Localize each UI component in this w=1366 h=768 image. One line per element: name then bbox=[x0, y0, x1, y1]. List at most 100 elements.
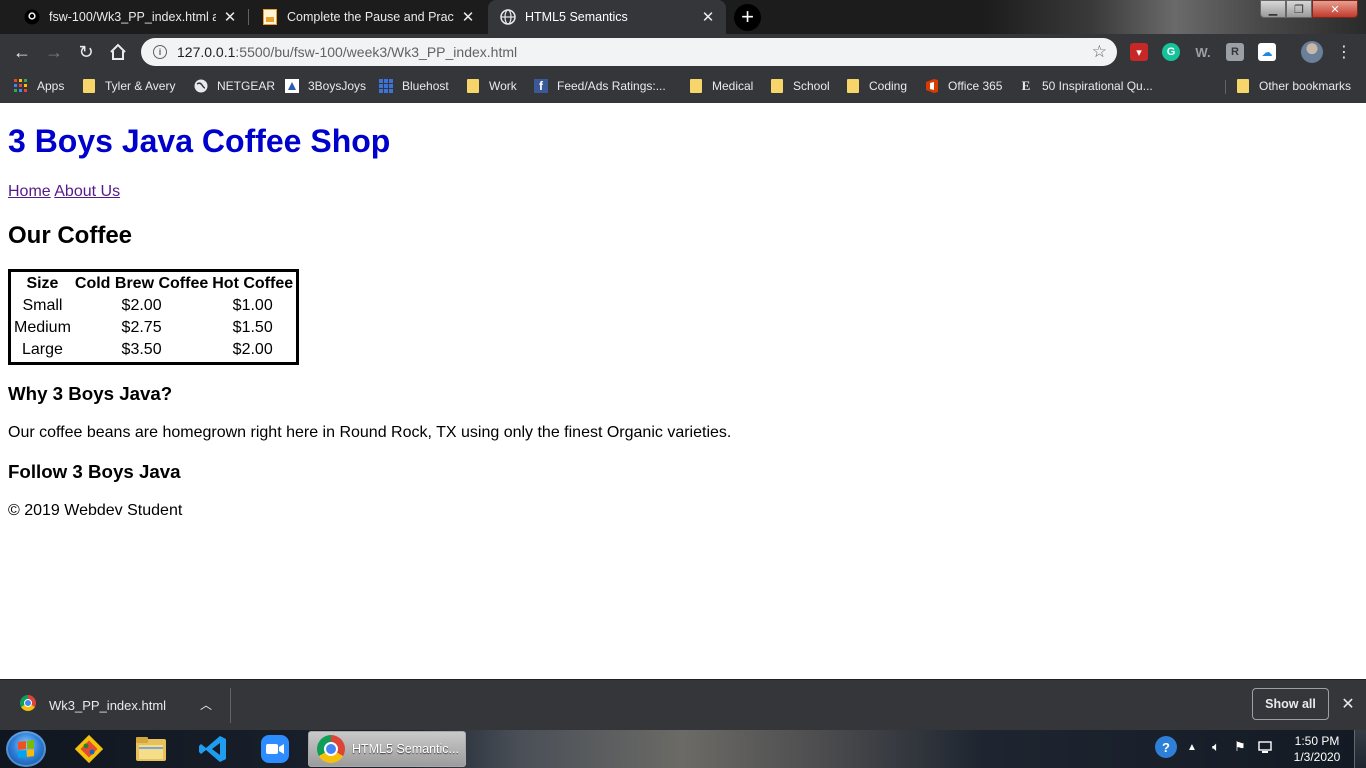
url-path: :5500/bu/fsw-100/week3/Wk3_PP_index.html bbox=[235, 44, 518, 60]
bookmark-other[interactable]: Other bookmarks bbox=[1236, 76, 1351, 96]
action-center-flag-icon[interactable]: ⚑ bbox=[1232, 736, 1248, 758]
tab-github[interactable]: fsw-100/Wk3_PP_index.html at m ✕ bbox=[12, 0, 248, 34]
git-app-icon[interactable] bbox=[61, 732, 117, 766]
copyright-footer: © 2019 Webdev Student bbox=[8, 502, 183, 519]
bookmark-work[interactable]: Work bbox=[466, 76, 517, 96]
w-extension-icon[interactable]: W. bbox=[1194, 43, 1212, 61]
site-info-icon[interactable]: i bbox=[153, 45, 167, 59]
windows-logo-icon bbox=[18, 740, 34, 758]
header-cold-brew: Cold Brew Coffee bbox=[74, 275, 209, 292]
tab-strip: fsw-100/Wk3_PP_index.html at m ✕ Complet… bbox=[0, 0, 1366, 34]
vscode-icon[interactable] bbox=[185, 732, 241, 766]
e-icon: E bbox=[1021, 78, 1031, 93]
zoom-app-icon[interactable] bbox=[247, 732, 303, 766]
r-extension-icon[interactable]: R bbox=[1226, 43, 1244, 61]
bookmark-label: 3BoysJoys bbox=[308, 79, 367, 93]
globe-icon bbox=[194, 79, 208, 93]
hot-coffee-price: $1.00 bbox=[232, 297, 273, 314]
bookmark-label: Apps bbox=[37, 79, 65, 93]
system-clock[interactable]: 1:50 PM 1/3/2020 bbox=[1282, 733, 1352, 765]
close-tab-icon[interactable]: ✕ bbox=[222, 9, 238, 26]
document-icon bbox=[262, 9, 278, 25]
profile-avatar[interactable] bbox=[1301, 41, 1323, 63]
bookmark-school[interactable]: School bbox=[770, 76, 830, 96]
size-cell: Large bbox=[21, 341, 63, 358]
follow-heading: Follow 3 Boys Java bbox=[8, 461, 181, 482]
tray-expand-icon[interactable]: ▲ bbox=[1185, 736, 1199, 758]
bookmark-3boysjoys[interactable]: 3BoysJoys bbox=[285, 76, 366, 96]
cold-brew-price: $3.50 bbox=[121, 341, 162, 358]
bookmark-netgear[interactable]: NETGEAR bbox=[194, 76, 275, 96]
help-icon[interactable]: ? bbox=[1155, 736, 1177, 758]
bookmark-coding[interactable]: Coding bbox=[846, 76, 907, 96]
globe-icon bbox=[500, 9, 516, 25]
bookmark-label: 50 Inspirational Qu... bbox=[1042, 79, 1153, 93]
nav-home-link[interactable]: Home bbox=[8, 183, 51, 200]
tab-title: Complete the Pause and Practice bbox=[287, 10, 454, 24]
bookmarks-separator bbox=[1225, 80, 1226, 94]
close-tab-icon[interactable]: ✕ bbox=[460, 9, 476, 26]
table-row: Small $2.00 $1.00 bbox=[13, 296, 294, 316]
bookmark-label: Office 365 bbox=[948, 79, 1003, 93]
grammarly-extension-icon[interactable]: G bbox=[1162, 43, 1180, 61]
bookmark-star-icon[interactable]: ☆ bbox=[1092, 42, 1107, 62]
facebook-icon: f bbox=[534, 79, 548, 93]
close-tab-icon[interactable]: ✕ bbox=[700, 9, 716, 26]
chrome-icon bbox=[317, 735, 345, 763]
close-icon[interactable]: ✕ bbox=[1340, 694, 1356, 714]
start-button[interactable] bbox=[6, 731, 46, 767]
why-heading: Why 3 Boys Java? bbox=[8, 383, 173, 404]
bookmark-bluehost[interactable]: Bluehost bbox=[379, 76, 449, 96]
site-icon bbox=[285, 79, 299, 93]
bookmark-tyler-avery[interactable]: Tyler & Avery bbox=[82, 76, 175, 96]
cold-brew-price: $2.00 bbox=[121, 297, 162, 314]
coffee-price-table: Size Cold Brew Coffee Hot Coffee Small $… bbox=[8, 269, 300, 365]
file-explorer-icon[interactable] bbox=[123, 732, 179, 766]
folder-icon bbox=[689, 79, 703, 93]
show-all-button[interactable]: Show all bbox=[1252, 688, 1329, 720]
download-item[interactable]: Wk3_PP_index.html ︿ bbox=[0, 680, 230, 731]
table-row: Medium $2.75 $1.50 bbox=[13, 318, 294, 338]
bookmarks-bar: Apps Tyler & Avery NETGEAR 3BoysJoys Blu… bbox=[0, 70, 1366, 103]
back-icon[interactable]: ← bbox=[10, 40, 34, 64]
taskbar-window-title: HTML5 Semantic... bbox=[352, 742, 459, 756]
download-shelf: Wk3_PP_index.html ︿ Show all ✕ bbox=[0, 679, 1366, 730]
tab-html5-semantics[interactable]: HTML5 Semantics ✕ bbox=[488, 0, 726, 34]
chevron-up-icon[interactable]: ︿ bbox=[200, 696, 212, 713]
grid-icon bbox=[379, 79, 393, 93]
clock-time: 1:50 PM bbox=[1294, 734, 1340, 748]
new-tab-button[interactable]: + bbox=[734, 4, 761, 31]
restore-button[interactable]: ❐ bbox=[1286, 0, 1312, 18]
taskbar-chrome-window[interactable]: HTML5 Semantic... bbox=[308, 731, 466, 767]
close-window-button[interactable]: ✕ bbox=[1312, 0, 1358, 18]
bookmark-label: Other bookmarks bbox=[1259, 79, 1352, 93]
show-desktop-button[interactable] bbox=[1354, 730, 1366, 768]
pocket-extension-icon[interactable]: ▾ bbox=[1130, 43, 1148, 61]
bookmark-label: Bluehost bbox=[402, 79, 449, 93]
hot-coffee-price: $1.50 bbox=[232, 319, 273, 336]
forward-icon[interactable]: → bbox=[42, 40, 66, 64]
bookmark-office365[interactable]: Office 365 bbox=[925, 76, 1002, 96]
office-icon bbox=[925, 79, 939, 93]
cloud-extension-icon[interactable]: ☁ bbox=[1258, 43, 1276, 61]
nav-about-link[interactable]: About Us bbox=[54, 183, 120, 200]
bookmark-apps[interactable]: Apps bbox=[14, 76, 64, 96]
bookmark-inspirational[interactable]: E 50 Inspirational Qu... bbox=[1019, 76, 1153, 96]
menu-dots-icon[interactable]: ⋮ bbox=[1332, 40, 1356, 64]
tab-title: HTML5 Semantics bbox=[525, 10, 628, 24]
reload-icon[interactable]: ↻ bbox=[74, 40, 98, 64]
minimize-button[interactable]: ▁ bbox=[1260, 0, 1286, 18]
table-header-row: Size Cold Brew Coffee Hot Coffee bbox=[13, 274, 294, 294]
address-bar[interactable]: i 127.0.0.1:5500/bu/fsw-100/week3/Wk3_PP… bbox=[141, 38, 1117, 66]
tab-pause-practice[interactable]: Complete the Pause and Practice ✕ bbox=[250, 0, 486, 34]
header-hot-coffee: Hot Coffee bbox=[212, 275, 294, 292]
site-title: 3 Boys Java Coffee Shop bbox=[8, 123, 391, 159]
network-icon[interactable] bbox=[1256, 736, 1274, 758]
volume-icon[interactable]: 🔈︎ bbox=[1207, 736, 1225, 758]
cold-brew-price: $2.75 bbox=[121, 319, 162, 336]
bookmark-medical[interactable]: Medical bbox=[689, 76, 753, 96]
bookmark-feed-ads[interactable]: f Feed/Ads Ratings:... bbox=[534, 76, 666, 96]
site-nav: Home About Us bbox=[8, 183, 120, 201]
home-icon[interactable] bbox=[106, 40, 130, 64]
bookmark-label: School bbox=[793, 79, 830, 93]
